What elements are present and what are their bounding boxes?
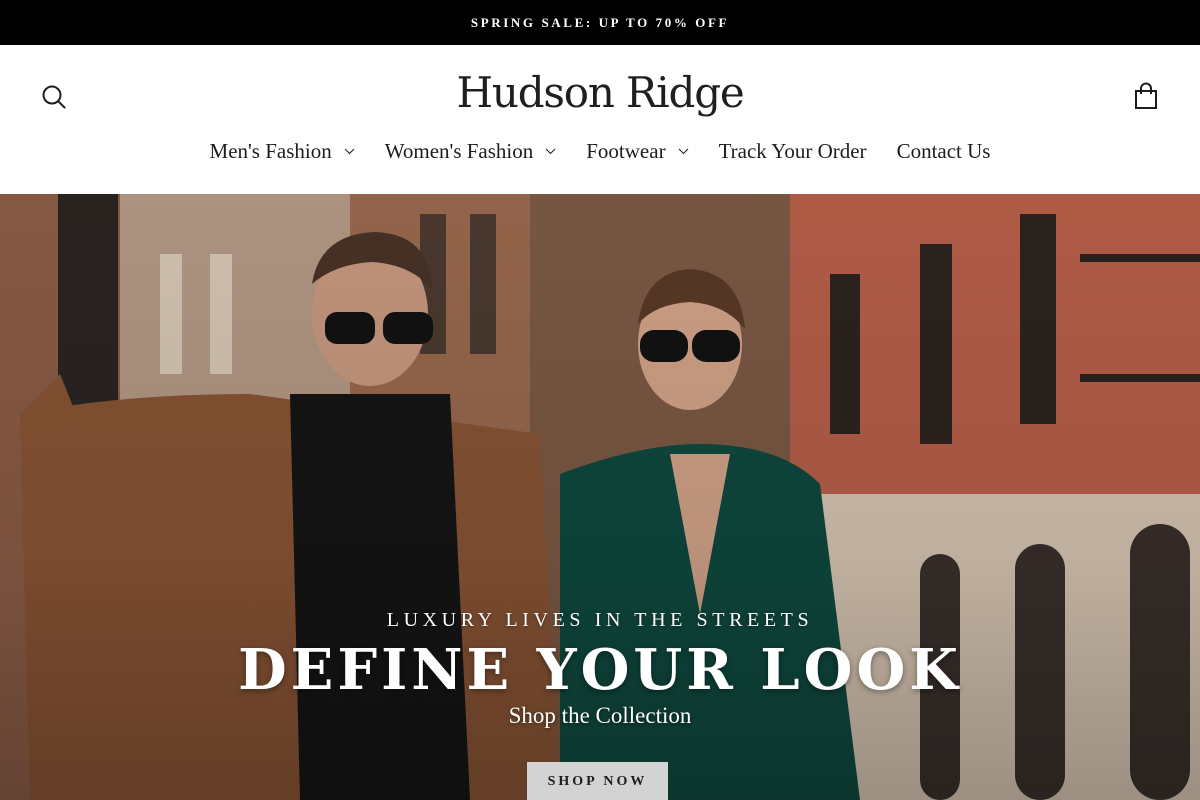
nav-item-contact-us[interactable]: Contact Us <box>882 139 1006 164</box>
nav-item-footwear[interactable]: Footwear <box>571 139 703 164</box>
nav-item-label: Women's Fashion <box>384 138 534 163</box>
shopping-bag-icon <box>1135 82 1157 109</box>
nav-item-track-order[interactable]: Track Your Order <box>704 139 882 164</box>
hero-eyebrow: LUXURY LIVES IN THE STREETS <box>386 609 814 631</box>
shop-now-button[interactable]: SHOP NOW <box>527 762 668 800</box>
cart-button[interactable] <box>1132 82 1160 112</box>
chevron-down-icon <box>344 148 355 154</box>
nav-item-mens-fashion[interactable]: Men's Fashion <box>195 139 370 164</box>
announcement-text: SPRING SALE: UP TO 70% OFF <box>470 14 730 30</box>
site-header: Hudson Ridge Men's Fashion Women's Fashi… <box>0 45 1200 194</box>
hero-text-block: LUXURY LIVES IN THE STREETS DEFINE YOUR … <box>0 608 1200 730</box>
chevron-down-icon <box>678 148 688 154</box>
hero-banner: LUXURY LIVES IN THE STREETS DEFINE YOUR … <box>0 194 1200 800</box>
chevron-down-icon <box>545 148 556 154</box>
nav-item-label: Track Your Order <box>718 138 867 163</box>
main-nav: Men's Fashion Women's Fashion Footwear T… <box>0 133 1200 169</box>
site-logo[interactable]: Hudson Ridge <box>0 67 1200 119</box>
announcement-bar: SPRING SALE: UP TO 70% OFF <box>0 0 1200 45</box>
nav-item-label: Contact Us <box>896 138 991 163</box>
nav-item-label: Footwear <box>586 138 666 163</box>
hero-title: DEFINE YOUR LOOK <box>238 637 962 703</box>
nav-item-label: Men's Fashion <box>209 138 332 163</box>
hero-subtitle: Shop the Collection <box>508 703 692 728</box>
nav-item-womens-fashion[interactable]: Women's Fashion <box>370 139 572 164</box>
